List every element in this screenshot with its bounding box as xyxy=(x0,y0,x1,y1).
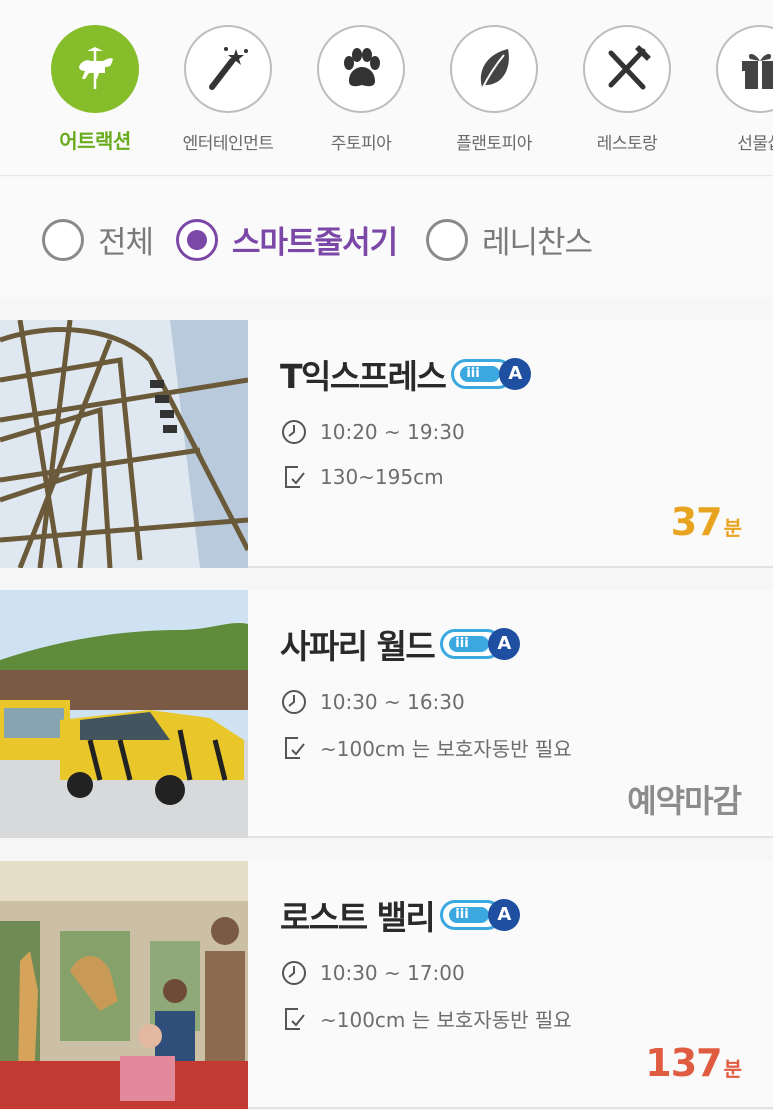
attraction-card[interactable]: T익스프레스 iii A 10:20 ~ 19:30 130~195cm 37 분 xyxy=(0,320,773,568)
badge-letter: A xyxy=(488,899,521,931)
height-text: ~100cm 는 보호자동반 필요 xyxy=(320,1008,572,1032)
hours-text: 10:30 ~ 16:30 xyxy=(320,690,465,714)
attraction-card[interactable]: 로스트 밸리 iii A 10:30 ~ 17:00 ~100cm 는 보호자동… xyxy=(0,861,773,1109)
category-entertainment[interactable]: 엔터테인먼트 xyxy=(173,25,283,154)
category-attraction[interactable]: 어트랙션 xyxy=(40,25,150,154)
category-gift-shop[interactable]: 선물샵 xyxy=(705,25,773,154)
attraction-photo xyxy=(0,861,248,1109)
category-zootopia[interactable]: 주토피아 xyxy=(306,25,416,154)
radio-button[interactable] xyxy=(42,218,84,261)
height-limit: ~100cm 는 보호자동반 필요 xyxy=(280,733,572,762)
hours-text: 10:30 ~ 17:00 xyxy=(320,961,465,985)
operating-hours: 10:30 ~ 16:30 xyxy=(280,688,465,716)
filter-label: 레니찬스 xyxy=(482,225,593,261)
badge-letter: A xyxy=(488,628,521,660)
leaf-icon xyxy=(450,25,538,113)
attraction-title: 로스트 밸리 xyxy=(280,898,436,937)
category-label: 주토피아 xyxy=(330,134,392,154)
filter-radio-group: 전체 스마트줄서기 레니찬스 xyxy=(0,177,773,297)
operating-hours: 10:30 ~ 17:00 xyxy=(280,959,465,987)
radio-button-selected[interactable] xyxy=(176,218,218,261)
paw-icon xyxy=(317,25,405,113)
closed-text: 예약마감 xyxy=(627,782,742,820)
wait-time: 137 분 xyxy=(645,1041,742,1085)
gift-icon xyxy=(716,25,773,113)
badge-pill-text: iii xyxy=(455,636,469,651)
category-plantopia[interactable]: 플랜토피아 xyxy=(439,25,549,154)
height-text: ~100cm 는 보호자동반 필요 xyxy=(320,737,572,761)
smart-queue-page: 어트랙션 엔터테인먼트 주토피아 플랜토피아 레스토랑 선물 전체 스마트줄서기… xyxy=(0,0,773,1110)
smart-queue-badge: iii A xyxy=(440,628,521,660)
wait-value: 37 xyxy=(670,500,723,544)
checklist-icon xyxy=(285,466,305,488)
category-label: 어트랙션 xyxy=(59,129,131,153)
filter-label: 전체 xyxy=(98,225,154,261)
category-restaurant[interactable]: 레스토랑 xyxy=(572,25,682,154)
attraction-title: 사파리 월드 xyxy=(280,627,436,666)
attraction-card[interactable]: 사파리 월드 iii A 10:30 ~ 16:30 ~100cm 는 보호자동… xyxy=(0,590,773,838)
wait-unit: 분 xyxy=(723,516,742,540)
attraction-title: T익스프레스 xyxy=(280,357,447,396)
height-limit: 130~195cm xyxy=(280,463,444,491)
attraction-info: 로스트 밸리 iii A 10:30 ~ 17:00 ~100cm 는 보호자동… xyxy=(280,861,773,1107)
attraction-info: T익스프레스 iii A 10:20 ~ 19:30 130~195cm 37 분 xyxy=(280,320,773,566)
carousel-horse-icon xyxy=(51,25,139,113)
fork-knife-icon xyxy=(583,25,671,113)
clock-icon xyxy=(282,690,306,714)
hours-text: 10:20 ~ 19:30 xyxy=(320,420,465,444)
wait-unit: 분 xyxy=(723,1057,742,1081)
filter-smart-queue[interactable]: 스마트줄서기 xyxy=(176,217,398,262)
operating-hours: 10:20 ~ 19:30 xyxy=(280,418,465,446)
category-label: 레스토랑 xyxy=(596,134,658,154)
category-label: 선물샵 xyxy=(737,134,773,154)
smart-queue-badge: iii A xyxy=(451,358,532,390)
badge-pill-text: iii xyxy=(466,366,480,381)
title-row: T익스프레스 iii A xyxy=(280,350,532,398)
filter-label: 스마트줄서기 xyxy=(232,225,398,261)
badge-pill-text: iii xyxy=(455,907,469,922)
badge-letter: A xyxy=(499,358,532,390)
checklist-icon xyxy=(285,1007,305,1030)
category-bar[interactable]: 어트랙션 엔터테인먼트 주토피아 플랜토피아 레스토랑 선물 xyxy=(0,0,773,176)
height-limit: ~100cm 는 보호자동반 필요 xyxy=(280,1004,572,1033)
height-text: 130~195cm xyxy=(320,465,444,489)
smart-queue-badge: iii A xyxy=(440,899,521,931)
wait-time: 37 분 xyxy=(670,500,742,544)
clock-icon xyxy=(282,420,306,444)
clock-icon xyxy=(282,961,306,985)
category-label: 플랜토피아 xyxy=(456,134,532,154)
magic-wand-icon xyxy=(184,25,272,113)
title-row: 사파리 월드 iii A xyxy=(280,620,521,668)
attraction-photo xyxy=(0,590,248,838)
reservation-closed: 예약마감 xyxy=(627,776,742,822)
attraction-info: 사파리 월드 iii A 10:30 ~ 16:30 ~100cm 는 보호자동… xyxy=(280,590,773,836)
radio-button[interactable] xyxy=(426,218,468,261)
attraction-photo xyxy=(0,320,248,568)
wait-value: 137 xyxy=(645,1041,722,1085)
checklist-icon xyxy=(285,736,305,759)
filter-all[interactable]: 전체 xyxy=(42,217,154,262)
category-label: 엔터테인먼트 xyxy=(182,134,274,154)
filter-lenny-chance[interactable]: 레니찬스 xyxy=(426,217,593,262)
title-row: 로스트 밸리 iii A xyxy=(280,891,521,939)
